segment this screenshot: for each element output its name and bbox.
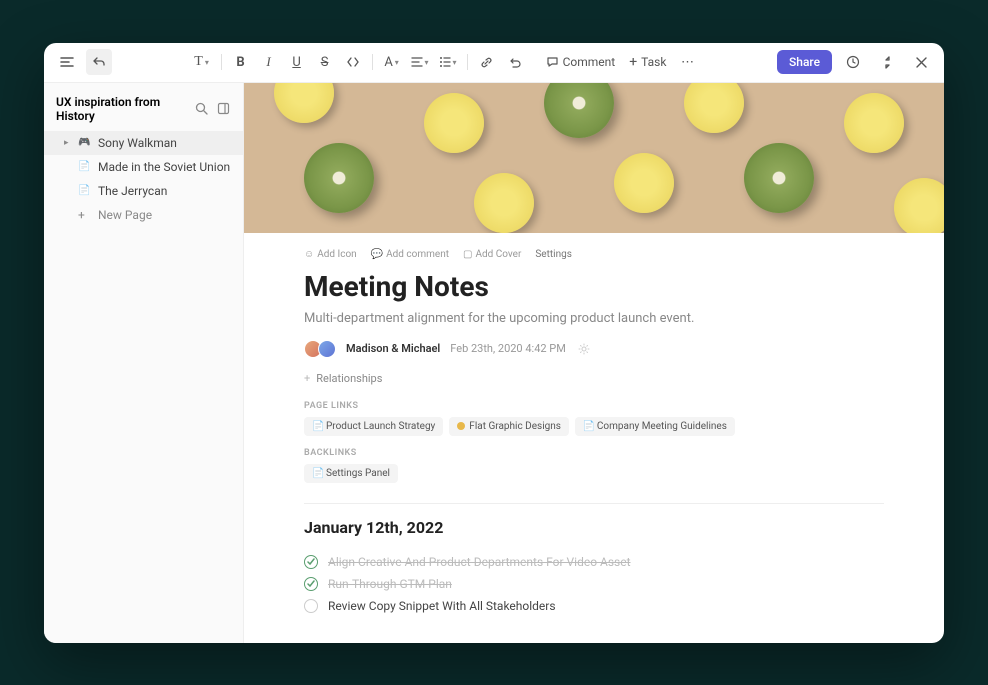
text-style-button[interactable]: T▾	[189, 49, 215, 75]
add-icon-button[interactable]: ☺ Add Icon	[304, 249, 357, 260]
back-icon[interactable]	[86, 49, 112, 75]
collapse-icon[interactable]	[874, 49, 900, 75]
link-chip[interactable]: Flat Graphic Designs	[449, 417, 569, 436]
sidebar-item[interactable]: 📄 Made in the Soviet Union	[44, 155, 243, 179]
checkbox-icon[interactable]	[304, 577, 318, 591]
share-button[interactable]: Share	[777, 50, 832, 74]
sidebar-item-label: Made in the Soviet Union	[98, 160, 230, 174]
page-icon: 📄	[312, 421, 322, 432]
list-button[interactable]: ▾	[435, 49, 461, 75]
task-row[interactable]: Review Copy Snippet With All Stakeholder…	[304, 595, 884, 617]
menu-icon[interactable]	[54, 49, 80, 75]
task-text: Review Copy Snippet With All Stakeholder…	[328, 599, 556, 613]
sidebar: UX inspiration from History ▸🎮Sony Walkm…	[44, 83, 244, 643]
page-icon: 📄	[78, 185, 92, 196]
comment-button[interactable]: Comment	[540, 51, 622, 73]
more-icon[interactable]: ⋯	[674, 49, 700, 75]
relationships-row[interactable]: +Relationships	[304, 368, 884, 389]
link-chip[interactable]: 📄 Company Meeting Guidelines	[575, 417, 735, 436]
strikethrough-button[interactable]: S	[312, 49, 338, 75]
chip-label: Settings Panel	[326, 468, 390, 479]
align-button[interactable]: ▾	[407, 49, 433, 75]
add-comment-button[interactable]: 💬 Add comment	[371, 249, 449, 260]
sidebar-title: UX inspiration from History	[56, 95, 187, 123]
settings-gear-icon[interactable]	[576, 341, 592, 357]
sidebar-item-label: Sony Walkman	[98, 136, 177, 150]
search-icon[interactable]	[193, 101, 209, 117]
underline-button[interactable]: U	[284, 49, 310, 75]
text-color-button[interactable]: A▾	[379, 49, 405, 75]
page-title[interactable]: Meeting Notes	[304, 270, 884, 303]
app-window: T▾ B I U S A▾ ▾ ▾ Comment +Task ⋯ Share	[44, 43, 944, 643]
task-text: Align Creative And Product Departments F…	[328, 555, 631, 569]
link-chip[interactable]: 📄 Settings Panel	[304, 464, 398, 483]
link-button[interactable]	[474, 49, 500, 75]
page-icon: 📄	[78, 161, 92, 172]
chip-label: Flat Graphic Designs	[469, 421, 561, 432]
toolbar: T▾ B I U S A▾ ▾ ▾ Comment +Task ⋯ Share	[44, 43, 944, 83]
page-icon: 📄	[583, 421, 593, 432]
italic-button[interactable]: I	[256, 49, 282, 75]
task-row[interactable]: Run-Through GTM Plan	[304, 573, 884, 595]
dot-icon	[457, 422, 465, 430]
undo-button[interactable]	[502, 49, 528, 75]
avatar	[318, 340, 336, 358]
hero-image	[244, 83, 944, 233]
bold-button[interactable]: B	[228, 49, 254, 75]
page-icon: 🎮	[78, 137, 92, 148]
checkbox-icon[interactable]	[304, 555, 318, 569]
close-icon[interactable]	[908, 49, 934, 75]
page-subtitle[interactable]: Multi-department alignment for the upcom…	[304, 311, 884, 326]
add-cover-button[interactable]: ▢ Add Cover	[463, 249, 521, 260]
section-heading[interactable]: January 12th, 2022	[304, 518, 884, 537]
main-content: ☺ Add Icon 💬 Add comment ▢ Add Cover Set…	[244, 83, 944, 643]
history-icon[interactable]	[840, 49, 866, 75]
task-button[interactable]: +Task	[623, 50, 672, 74]
task-row[interactable]: Align Creative And Product Departments F…	[304, 551, 884, 573]
divider	[304, 503, 884, 504]
checkbox-icon[interactable]	[304, 599, 318, 613]
backlinks-label: BACKLINKS	[304, 448, 884, 458]
page-date: Feb 23th, 2020 4:42 PM	[450, 342, 566, 355]
link-chip[interactable]: 📄 Product Launch Strategy	[304, 417, 443, 436]
new-page-button[interactable]: +New Page	[44, 203, 243, 227]
panel-icon[interactable]	[215, 101, 231, 117]
chip-label: Product Launch Strategy	[326, 421, 435, 432]
task-text: Run-Through GTM Plan	[328, 577, 452, 591]
sidebar-item[interactable]: 📄 The Jerrycan	[44, 179, 243, 203]
sidebar-item-label: The Jerrycan	[98, 184, 167, 198]
page-links-label: PAGE LINKS	[304, 401, 884, 411]
chip-label: Company Meeting Guidelines	[597, 421, 727, 432]
page-icon: 📄	[312, 468, 322, 479]
sidebar-item[interactable]: ▸🎮Sony Walkman	[44, 131, 243, 155]
authors-names[interactable]: Madison & Michael	[346, 342, 440, 355]
code-button[interactable]	[340, 49, 366, 75]
settings-link[interactable]: Settings	[535, 249, 572, 260]
authors-row: Madison & Michael Feb 23th, 2020 4:42 PM	[304, 340, 884, 358]
